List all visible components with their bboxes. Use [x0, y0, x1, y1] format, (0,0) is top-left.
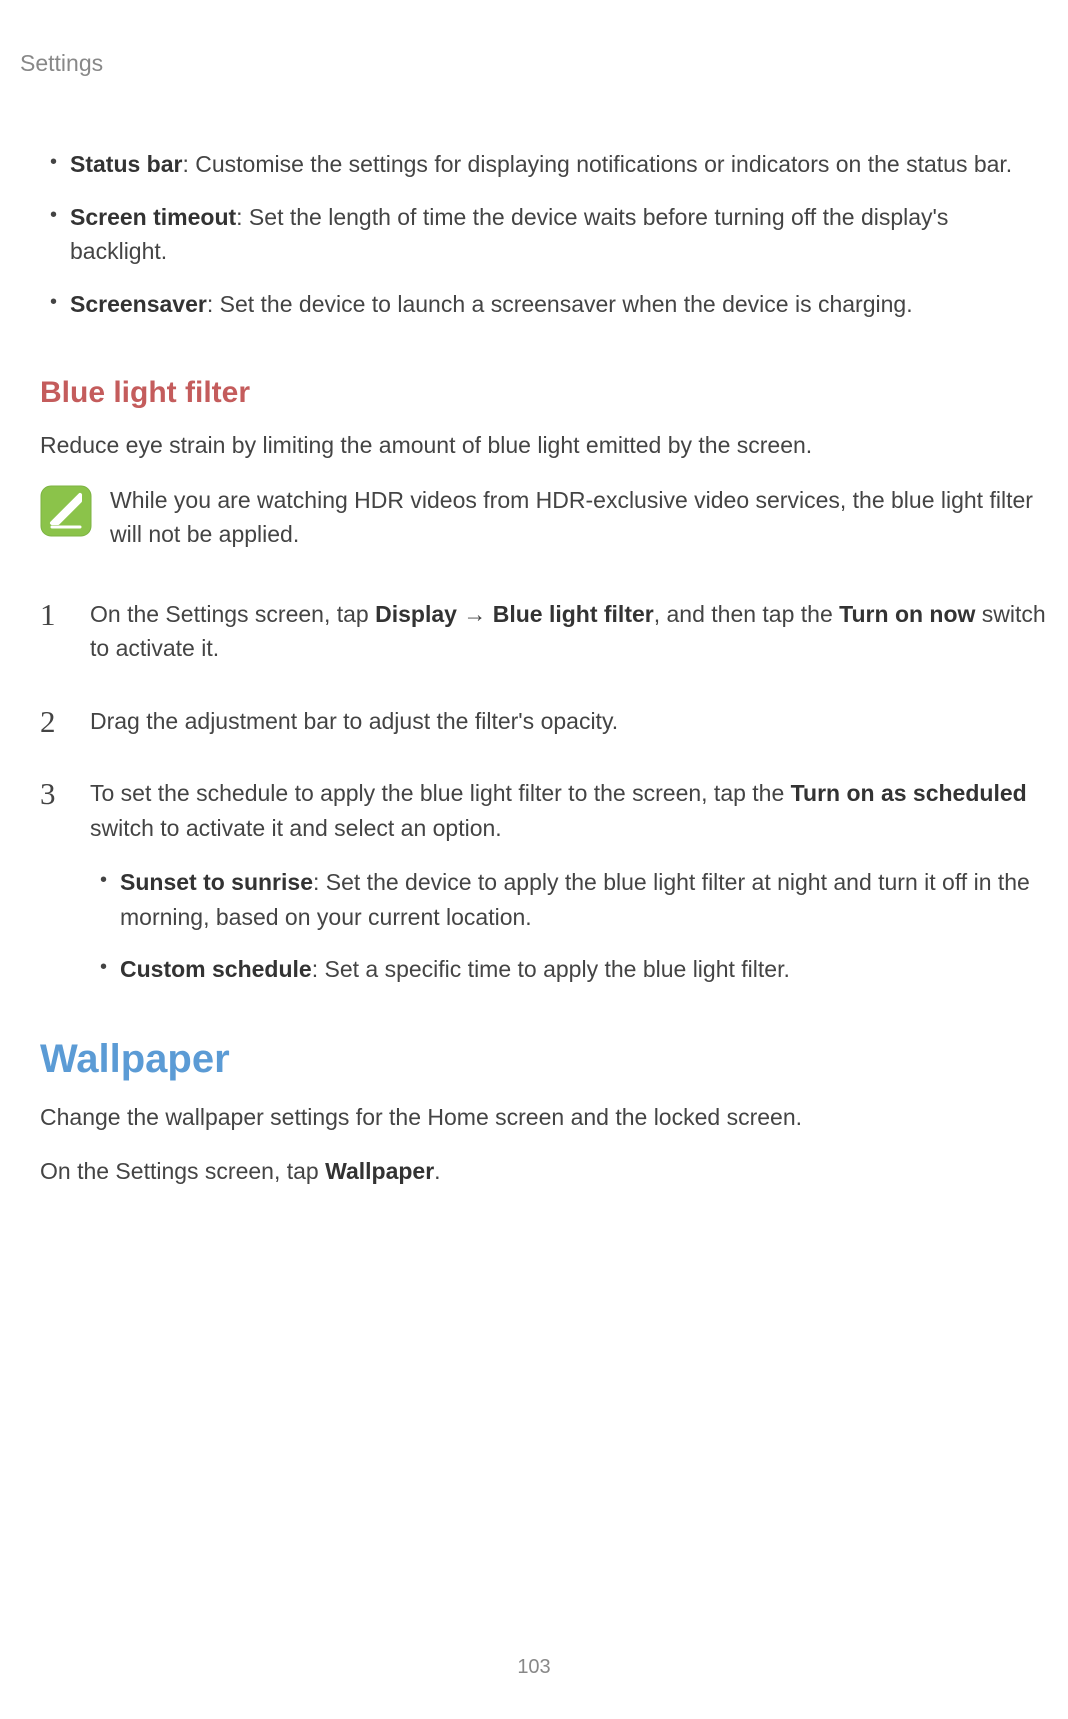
- term: Custom schedule: [120, 956, 312, 982]
- step-text: Drag the adjustment bar to adjust the fi…: [90, 708, 618, 734]
- wallpaper-intro: Change the wallpaper settings for the Ho…: [40, 1100, 1048, 1135]
- instruction-text: On the Settings screen, tap: [40, 1158, 325, 1184]
- step-3: To set the schedule to apply the blue li…: [40, 776, 1048, 987]
- list-item: Custom schedule: Set a specific time to …: [90, 952, 1048, 987]
- numbered-steps: On the Settings screen, tap Display → Bl…: [40, 597, 1048, 987]
- sub-bullet-list: Sunset to sunrise: Set the device to app…: [90, 865, 1048, 987]
- list-item: Screensaver: Set the device to launch a …: [40, 287, 1048, 322]
- bold-text: Turn on now: [839, 601, 975, 627]
- description: : Set the device to launch a screensaver…: [207, 291, 913, 317]
- list-item: Sunset to sunrise: Set the device to app…: [90, 865, 1048, 934]
- wallpaper-heading: Wallpaper: [40, 1037, 1048, 1082]
- note-icon: [40, 485, 92, 537]
- page-number: 103: [517, 1656, 550, 1679]
- term: Screensaver: [70, 291, 207, 317]
- note-text: While you are watching HDR videos from H…: [110, 483, 1048, 552]
- bold-text: Wallpaper: [325, 1158, 434, 1184]
- step-text: To set the schedule to apply the blue li…: [90, 780, 791, 806]
- term: Status bar: [70, 151, 182, 177]
- note-box: While you are watching HDR videos from H…: [40, 483, 1048, 552]
- term: Screen timeout: [70, 204, 236, 230]
- list-item: Status bar: Customise the settings for d…: [40, 147, 1048, 182]
- top-bullet-list: Status bar: Customise the settings for d…: [40, 147, 1048, 321]
- page-header: Settings: [20, 50, 1048, 77]
- description: : Customise the settings for displaying …: [182, 151, 1012, 177]
- step-2: Drag the adjustment bar to adjust the fi…: [40, 704, 1048, 739]
- step-text: On the Settings screen, tap: [90, 601, 375, 627]
- blue-light-heading: Blue light filter: [40, 376, 1048, 410]
- blue-light-intro: Reduce eye strain by limiting the amount…: [40, 428, 1048, 463]
- list-item: Screen timeout: Set the length of time t…: [40, 200, 1048, 269]
- instruction-text: .: [434, 1158, 440, 1184]
- description: : Set a specific time to apply the blue …: [312, 956, 790, 982]
- bold-text: Display: [375, 601, 457, 627]
- bold-text: Blue light filter: [493, 601, 654, 627]
- term: Sunset to sunrise: [120, 869, 313, 895]
- arrow-icon: →: [457, 601, 493, 627]
- wallpaper-instruction: On the Settings screen, tap Wallpaper.: [40, 1154, 1048, 1189]
- step-text: switch to activate it and select an opti…: [90, 815, 502, 841]
- step-text: , and then tap the: [654, 601, 839, 627]
- bold-text: Turn on as scheduled: [791, 780, 1027, 806]
- step-1: On the Settings screen, tap Display → Bl…: [40, 597, 1048, 666]
